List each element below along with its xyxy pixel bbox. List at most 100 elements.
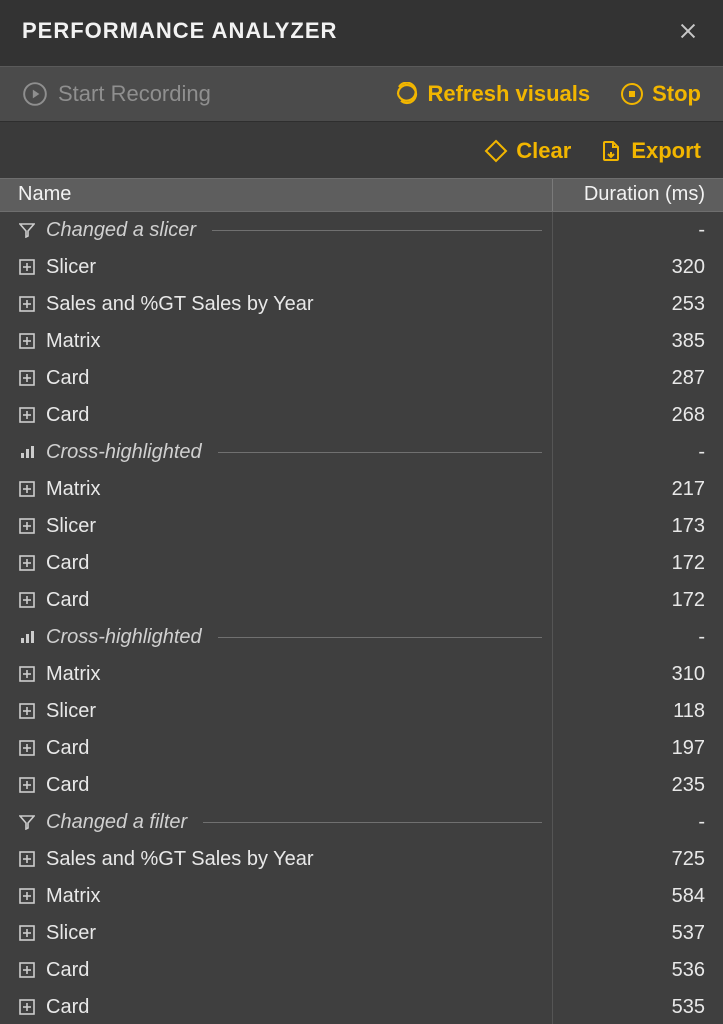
stop-icon <box>620 82 644 106</box>
row-name-cell: Card <box>0 397 553 434</box>
column-header-duration[interactable]: Duration (ms) <box>553 179 723 211</box>
play-circle-icon <box>22 81 48 107</box>
row-duration-cell: - <box>553 212 723 249</box>
stop-button[interactable]: Stop <box>620 81 701 107</box>
expand-icon[interactable] <box>18 776 36 794</box>
table-row[interactable]: Cross-highlighted- <box>0 619 723 656</box>
row-label: Card <box>46 996 89 1019</box>
table-row[interactable]: Card197 <box>0 730 723 767</box>
expand-icon[interactable] <box>18 295 36 313</box>
expand-icon[interactable] <box>18 887 36 905</box>
expand-icon[interactable] <box>18 961 36 979</box>
expand-icon[interactable] <box>18 591 36 609</box>
table-row[interactable]: Slicer320 <box>0 249 723 286</box>
clear-button[interactable]: Clear <box>484 138 571 164</box>
expand-icon[interactable] <box>18 998 36 1016</box>
close-icon <box>677 20 699 42</box>
row-name-cell: Cross-highlighted <box>0 434 553 471</box>
table-row[interactable]: Card536 <box>0 952 723 989</box>
row-name-cell: Card <box>0 952 553 989</box>
stop-label: Stop <box>652 81 701 107</box>
expand-icon[interactable] <box>18 258 36 276</box>
row-name-cell: Card <box>0 582 553 619</box>
row-name-cell: Changed a slicer <box>0 212 553 249</box>
row-label: Sales and %GT Sales by Year <box>46 848 314 871</box>
row-name-cell: Cross-highlighted <box>0 619 553 656</box>
row-label: Slicer <box>46 256 96 279</box>
table-row[interactable]: Card268 <box>0 397 723 434</box>
row-name-cell: Matrix <box>0 656 553 693</box>
start-recording-label: Start Recording <box>58 81 211 107</box>
row-duration-cell: 172 <box>553 545 723 582</box>
toolbar-right-group: Refresh visuals Stop <box>395 81 701 107</box>
row-duration-cell: 253 <box>553 286 723 323</box>
row-duration-cell: - <box>553 804 723 841</box>
table-row[interactable]: Card287 <box>0 360 723 397</box>
table-row[interactable]: Matrix310 <box>0 656 723 693</box>
table-row[interactable]: Sales and %GT Sales by Year253 <box>0 286 723 323</box>
export-label: Export <box>631 138 701 164</box>
toolbar-secondary: Clear Export <box>0 122 723 178</box>
toolbar-primary: Start Recording Refresh visuals Stop <box>0 66 723 122</box>
expand-icon[interactable] <box>18 924 36 942</box>
expand-icon[interactable] <box>18 850 36 868</box>
row-label: Card <box>46 404 89 427</box>
start-recording-button[interactable]: Start Recording <box>22 81 211 107</box>
row-name-cell: Matrix <box>0 471 553 508</box>
row-duration-cell: 172 <box>553 582 723 619</box>
table-row[interactable]: Card 172 <box>0 582 723 619</box>
row-label: Card <box>46 552 89 575</box>
export-button[interactable]: Export <box>599 138 701 164</box>
row-label: Matrix <box>46 478 100 501</box>
row-label: Matrix <box>46 663 100 686</box>
row-name-cell: Changed a filter <box>0 804 553 841</box>
close-button[interactable] <box>675 18 701 44</box>
expand-icon[interactable] <box>18 665 36 683</box>
row-name-cell: Matrix <box>0 323 553 360</box>
row-duration-cell: 535 <box>553 989 723 1024</box>
expand-icon[interactable] <box>18 480 36 498</box>
barchart-icon <box>18 443 36 461</box>
row-name-cell: Matrix <box>0 878 553 915</box>
group-separator-line <box>218 452 542 453</box>
table-row[interactable]: Slicer173 <box>0 508 723 545</box>
expand-icon[interactable] <box>18 702 36 720</box>
performance-analyzer-pane: PERFORMANCE ANALYZER Start Recording Ref… <box>0 0 723 1024</box>
expand-icon[interactable] <box>18 554 36 572</box>
row-duration-cell: 118 <box>553 693 723 730</box>
expand-icon[interactable] <box>18 332 36 350</box>
row-name-cell: Sales and %GT Sales by Year <box>0 841 553 878</box>
row-duration-cell: 235 <box>553 767 723 804</box>
funnel-icon <box>18 221 36 239</box>
expand-icon[interactable] <box>18 517 36 535</box>
table-row[interactable]: Cross-highlighted - <box>0 434 723 471</box>
row-duration-cell: 217 <box>553 471 723 508</box>
table-row[interactable]: Changed a filter- <box>0 804 723 841</box>
row-label: Card <box>46 589 89 612</box>
row-name-cell: Slicer <box>0 249 553 286</box>
table-row[interactable]: Slicer537 <box>0 915 723 952</box>
table-row[interactable]: Changed a slicer- <box>0 212 723 249</box>
table-row[interactable]: Matrix385 <box>0 323 723 360</box>
row-duration-cell: 584 <box>553 878 723 915</box>
row-duration-cell: - <box>553 434 723 471</box>
row-duration-cell: 173 <box>553 508 723 545</box>
expand-icon[interactable] <box>18 406 36 424</box>
table-row[interactable]: Card 172 <box>0 545 723 582</box>
table-row[interactable]: Matrix584 <box>0 878 723 915</box>
row-name-cell: Slicer <box>0 693 553 730</box>
row-label: Cross-highlighted <box>46 441 202 464</box>
table-row[interactable]: Slicer118 <box>0 693 723 730</box>
expand-icon[interactable] <box>18 369 36 387</box>
row-name-cell: Card <box>0 545 553 582</box>
table-row[interactable]: Sales and %GT Sales by Year725 <box>0 841 723 878</box>
eraser-icon <box>484 139 508 163</box>
expand-icon[interactable] <box>18 739 36 757</box>
table-row[interactable]: Card235 <box>0 767 723 804</box>
column-header-name[interactable]: Name <box>0 179 553 211</box>
table-row[interactable]: Matrix 217 <box>0 471 723 508</box>
barchart-icon <box>18 628 36 646</box>
row-duration-cell: - <box>553 619 723 656</box>
table-row[interactable]: Card 535 <box>0 989 723 1024</box>
refresh-visuals-button[interactable]: Refresh visuals <box>395 81 590 107</box>
